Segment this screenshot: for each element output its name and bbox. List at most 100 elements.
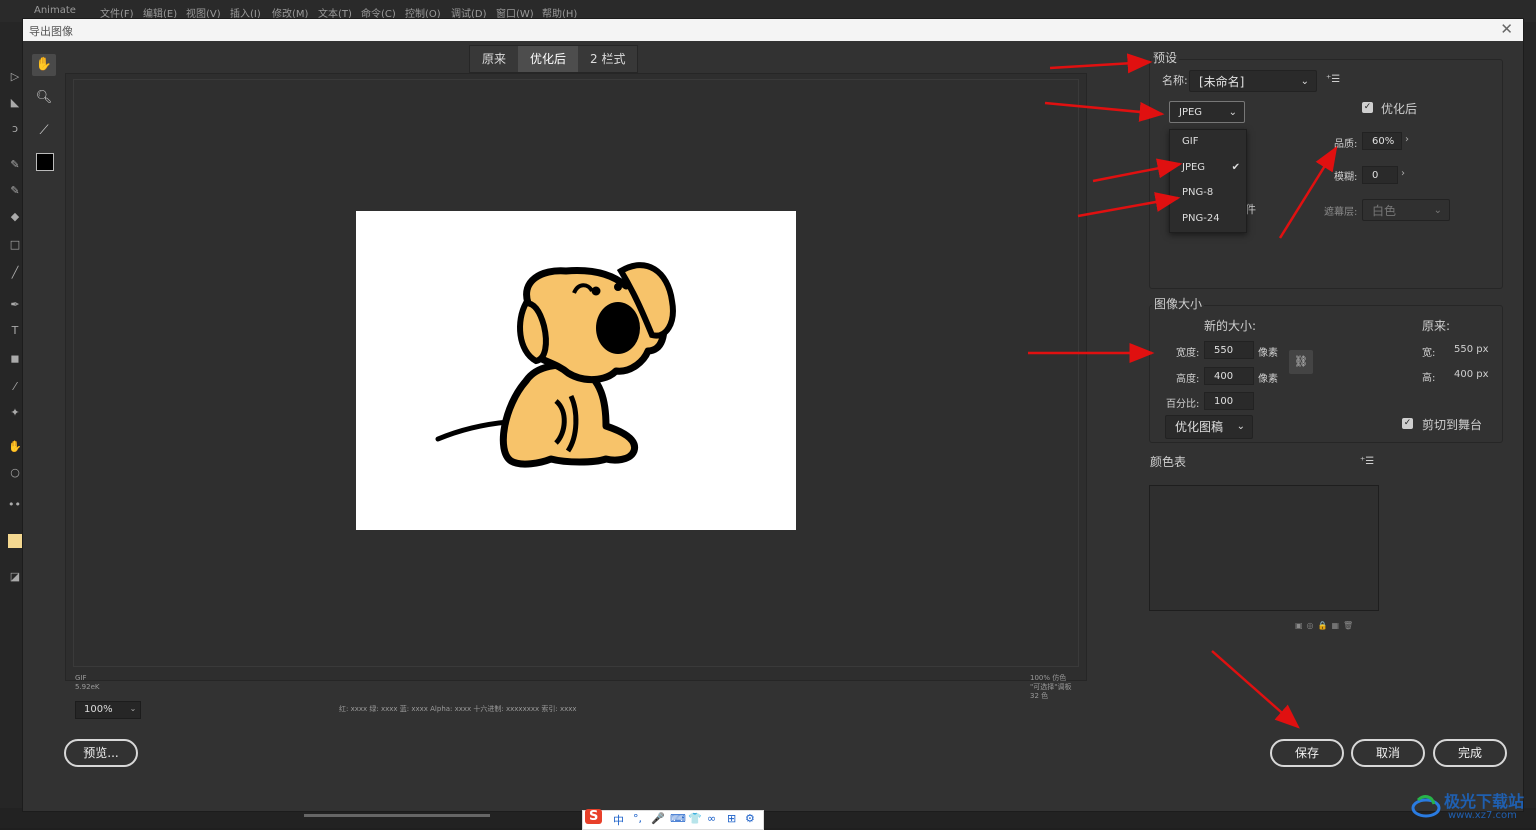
app-name: Animate xyxy=(34,5,76,16)
dropper-tool-icon[interactable]: ⁄ xyxy=(8,380,22,394)
settings-icon[interactable]: ⚙ xyxy=(745,812,755,825)
view-tabs: 原来 优化后 2 栏式 xyxy=(469,45,639,73)
preset-name-select[interactable]: [未命名] ⌄ xyxy=(1189,70,1317,92)
color-table-title: 颜色表 xyxy=(1150,455,1187,469)
ime-logo[interactable]: S xyxy=(585,809,603,824)
optimized-checkbox[interactable]: ✓ xyxy=(1362,102,1373,113)
eyedropper-icon[interactable]: ⟋ xyxy=(32,120,56,142)
fill-color-swatch[interactable] xyxy=(8,534,22,548)
chevron-down-icon[interactable]: ⌄ xyxy=(127,701,139,717)
microphone-icon[interactable]: 🎤 xyxy=(651,812,665,825)
preview-image xyxy=(356,211,796,530)
subselection-tool-icon[interactable]: ◣ xyxy=(8,96,22,110)
format-option-jpeg[interactable]: JPEG ✔ xyxy=(1170,156,1246,180)
checkmark-icon: ✔ xyxy=(1231,162,1240,173)
skin-icon[interactable]: 👕 xyxy=(688,812,702,825)
chevron-right-icon[interactable]: › xyxy=(1401,168,1405,179)
chevron-down-icon: ⌄ xyxy=(1433,205,1442,216)
width-unit: 像素 xyxy=(1258,348,1278,359)
chevron-right-icon[interactable]: › xyxy=(1405,134,1409,145)
percent-input[interactable]: 100 xyxy=(1204,392,1254,410)
keyboard-icon[interactable]: ⌨ xyxy=(670,812,686,825)
quality-label: 品质: xyxy=(1334,139,1358,150)
color-table-menu-icon[interactable]: ⁺☰ xyxy=(1360,456,1374,467)
height-label: 高度: xyxy=(1176,374,1200,385)
eyedropper-color-swatch[interactable] xyxy=(36,153,54,171)
original-label: 原来: xyxy=(1422,319,1451,333)
link-icon[interactable]: ⛓ xyxy=(1289,350,1313,374)
app-zoom-tool-icon[interactable]: ○ xyxy=(8,466,22,480)
clip-to-stage-label: 剪切到舞台 xyxy=(1422,418,1483,432)
save-button[interactable]: 保存 xyxy=(1270,739,1344,767)
format-select[interactable]: JPEG ⌄ xyxy=(1169,101,1245,123)
preset-title: 预设 xyxy=(1151,49,1180,66)
color-table[interactable] xyxy=(1149,485,1379,611)
pen-tool-icon[interactable]: ✒ xyxy=(8,298,22,312)
ime-punct-icon[interactable]: °, xyxy=(633,812,642,825)
line-tool-icon[interactable]: ╱ xyxy=(8,266,22,280)
optimize-value: 优化图稿 xyxy=(1175,420,1224,434)
selection-tool-icon[interactable]: ▷ xyxy=(8,70,22,84)
zoom-icon[interactable]: 🔍︎ xyxy=(32,87,56,109)
preview-button[interactable]: 预览... xyxy=(64,739,138,767)
grid-icon[interactable]: ⊞ xyxy=(727,812,736,825)
orig-width-value: 550 px xyxy=(1454,344,1489,355)
more-tools-icon[interactable]: ••• xyxy=(8,498,27,512)
pixel-readout: 红: xxxx 绿: xxxx 蓝: xxxx Alpha: xxxx 十六进制… xyxy=(339,705,577,713)
lasso-tool-icon[interactable]: ↄ xyxy=(8,122,22,136)
tab-original[interactable]: 原来 xyxy=(470,46,518,72)
ime-toolbar: S 中 °, 🎤 ⌨ 👕 ∞ ⊞ ⚙ xyxy=(582,809,764,830)
dialog-titlebar: 导出图像 ✕ xyxy=(23,19,1523,41)
hand-icon[interactable]: ✋ xyxy=(32,54,56,76)
chevron-down-icon: ⌄ xyxy=(1300,76,1309,87)
pin-tool-icon[interactable]: ✦ xyxy=(8,406,22,420)
format-value: JPEG xyxy=(1179,107,1203,118)
watermark-url: www.xz7.com xyxy=(1448,810,1517,821)
pencil-tool-icon[interactable]: ✎ xyxy=(8,158,22,172)
brush-tool-icon[interactable]: ✎ xyxy=(8,184,22,198)
app-hand-tool-icon[interactable]: ✋ xyxy=(8,440,22,454)
paint-bucket-icon[interactable]: ◼ xyxy=(8,352,22,366)
eraser-tool-icon[interactable]: ◆ xyxy=(8,210,22,224)
optimized-label: 优化后 xyxy=(1381,102,1418,116)
preset-menu-icon[interactable]: ⁺☰ xyxy=(1326,74,1340,85)
ime-lang[interactable]: 中 xyxy=(613,812,624,828)
swap-colors-icon[interactable]: ◪ xyxy=(8,570,22,584)
dialog-title: 导出图像 xyxy=(29,25,73,38)
tab-2-up[interactable]: 2 栏式 xyxy=(578,46,637,72)
dog-illustration xyxy=(435,262,676,468)
percent-label: 百分比: xyxy=(1166,399,1200,410)
format-option-label: GIF xyxy=(1182,136,1199,147)
image-color-info: 100% 仿色 "可选择"调板 32 色 xyxy=(1030,674,1072,700)
format-option-png8[interactable]: PNG-8 xyxy=(1170,181,1246,205)
image-size-title: 图像大小 xyxy=(1152,295,1205,312)
width-input[interactable]: 550 xyxy=(1204,341,1254,359)
close-icon[interactable]: ✕ xyxy=(1500,20,1513,38)
matte-label: 遮幕层: xyxy=(1324,207,1358,218)
format-option-label: JPEG xyxy=(1182,162,1206,173)
format-option-gif[interactable]: GIF xyxy=(1170,130,1246,154)
optimize-select[interactable]: 优化图稿 ⌄ xyxy=(1165,415,1253,439)
preset-name-value: [未命名] xyxy=(1199,75,1245,89)
cancel-button[interactable]: 取消 xyxy=(1351,739,1425,767)
ime-link-icon[interactable]: ∞ xyxy=(707,812,716,825)
watermark-logo-icon xyxy=(1411,795,1441,818)
rectangle-tool-icon[interactable]: □ xyxy=(8,238,22,252)
format-option-png24[interactable]: PNG-24 xyxy=(1170,207,1246,231)
format-dropdown-menu: GIF JPEG ✔ PNG-8 PNG-24 xyxy=(1169,129,1247,233)
matte-select: 白色 ⌄ xyxy=(1362,199,1450,221)
image-format-info: GIF xyxy=(75,674,87,682)
blur-input[interactable]: 0 xyxy=(1362,166,1398,184)
format-option-label: PNG-8 xyxy=(1182,187,1214,198)
watermark: 极光下载站 www.xz7.com xyxy=(1410,786,1536,828)
clip-to-stage-checkbox[interactable]: ✓ xyxy=(1402,418,1413,429)
matte-value: 白色 xyxy=(1372,204,1397,218)
chevron-down-icon: ⌄ xyxy=(1236,421,1245,432)
done-button[interactable]: 完成 xyxy=(1433,739,1507,767)
quality-input[interactable]: 60% xyxy=(1362,132,1402,150)
tab-optimized[interactable]: 优化后 xyxy=(518,46,579,72)
text-tool-icon[interactable]: T xyxy=(8,324,22,338)
height-input[interactable]: 400 xyxy=(1204,367,1254,385)
watermark-title: 极光下载站 xyxy=(1444,792,1525,811)
timeline-scrollbar[interactable] xyxy=(304,814,490,817)
